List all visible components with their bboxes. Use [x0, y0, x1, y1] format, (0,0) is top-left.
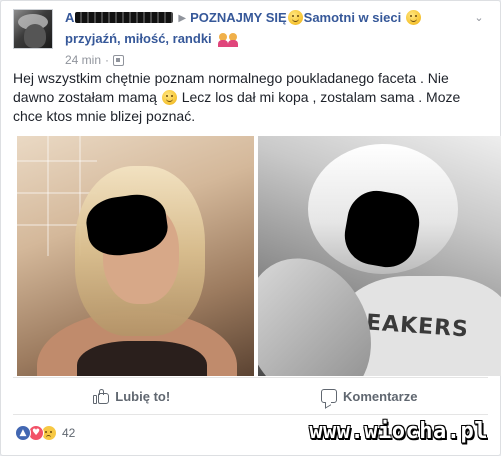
author-avatar[interactable] [13, 9, 53, 49]
person-icon [228, 33, 239, 47]
like-reaction-icon: ▲ [15, 425, 31, 441]
group-link-line2[interactable]: przyjaźń, miłość, randki [65, 31, 212, 46]
photo-left[interactable] [17, 136, 254, 376]
post-header-text: A ▶ POZNAJMY SIĘ Samotni w sieci przyjaźń, … [65, 9, 488, 67]
comment-bubble-icon [321, 389, 338, 403]
post-meta: 24 min · [65, 53, 488, 67]
reactions-summary[interactable]: ▲ ♥ 42 [15, 425, 75, 441]
photo-clothing-shape [77, 341, 207, 376]
smile-emoji-icon [287, 10, 303, 25]
photo-right[interactable]: EAKERS [258, 136, 501, 376]
redacted-name-mark [75, 12, 174, 23]
author-initial: A [65, 10, 75, 25]
group-link[interactable]: POZNAJMY SIĘ Samotni w sieci [190, 10, 422, 25]
smile-emoji-icon [405, 10, 421, 25]
comment-button-label: Komentarze [343, 388, 418, 404]
action-bar: Lubię to! Komentarze [13, 377, 488, 415]
site-watermark: www.wiocha.pl [309, 419, 488, 444]
reaction-count: 42 [62, 426, 76, 440]
couple-emoji-icon [218, 32, 239, 52]
like-button[interactable]: Lubię to! [13, 378, 251, 414]
author-name[interactable]: A [65, 10, 174, 25]
comment-button[interactable]: Komentarze [251, 378, 489, 414]
like-button-label: Lubię to! [115, 388, 171, 404]
avatar-face-shape [24, 24, 46, 48]
group-name-part1: POZNAJMY SIĘ [190, 10, 287, 25]
post-timestamp[interactable]: 24 min [65, 53, 101, 67]
group-name-part2: Samotni w sieci [303, 10, 402, 25]
post-body-text: Hej wszystkim chętnie poznam normalnego … [13, 69, 486, 126]
thumbs-up-icon [93, 388, 110, 404]
audience-group-icon[interactable] [113, 54, 125, 66]
smile-emoji-icon [161, 90, 177, 105]
chevron-down-icon[interactable]: ⌄ [470, 11, 488, 25]
person-icon [218, 33, 229, 47]
arrow-right-icon: ▶ [178, 13, 187, 24]
post-header-line1: A ▶ POZNAJMY SIĘ Samotni w sieci [65, 9, 488, 27]
post-card: A ▶ POZNAJMY SIĘ Samotni w sieci przyjaźń, … [0, 0, 501, 456]
photo-grid: EAKERS [17, 136, 501, 376]
post-header: A ▶ POZNAJMY SIĘ Samotni w sieci przyjaźń, … [13, 7, 488, 67]
meta-dot: · [105, 53, 110, 67]
post-header-line2: przyjaźń, miłość, randki [65, 29, 488, 52]
